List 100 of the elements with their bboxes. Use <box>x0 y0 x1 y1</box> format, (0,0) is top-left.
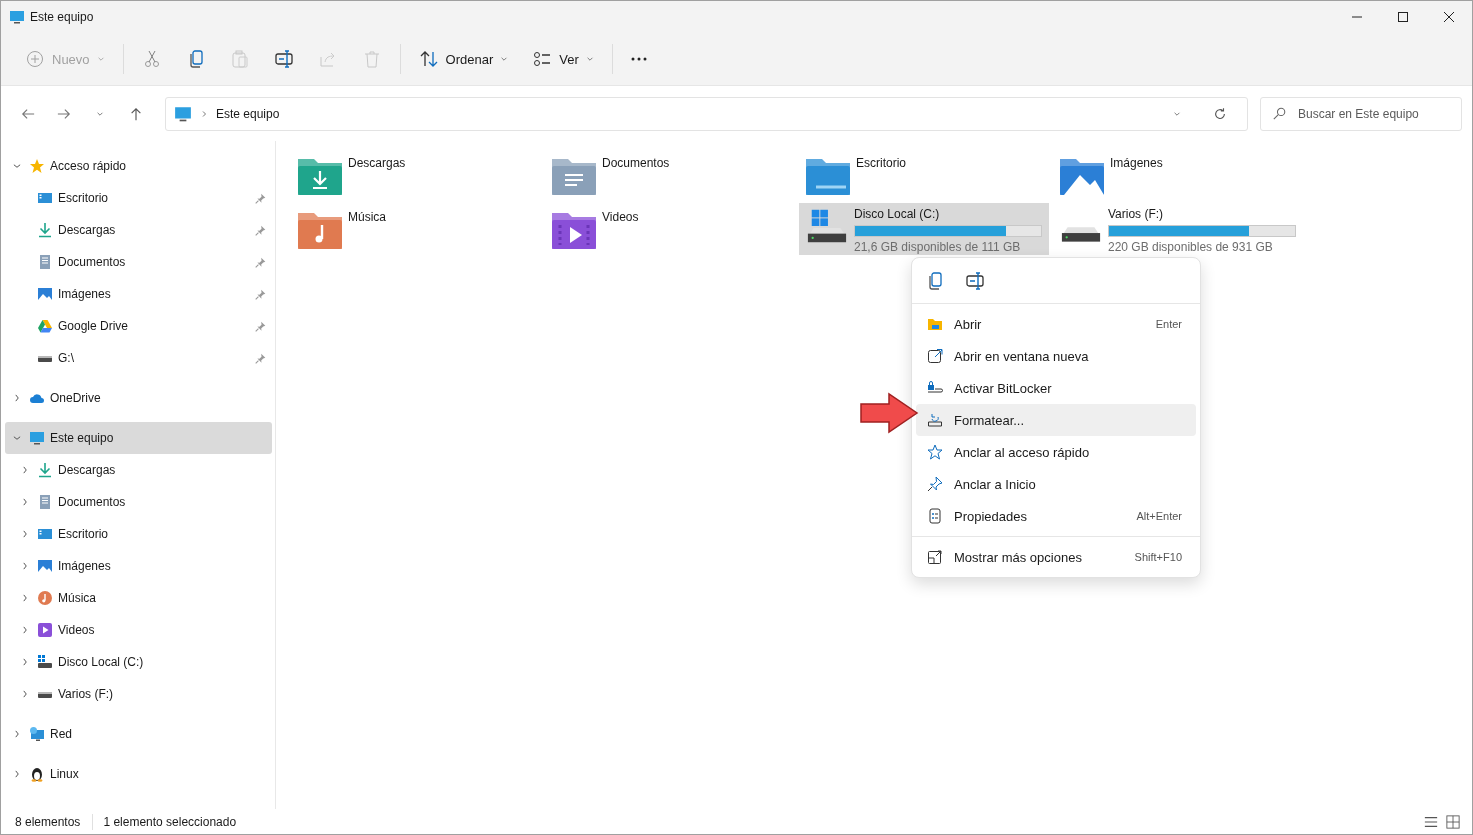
item-count: 8 elementos <box>15 814 81 829</box>
folder-item[interactable]: Documentos <box>545 149 795 201</box>
maximize-icon <box>1398 12 1408 22</box>
caret-icon <box>585 55 594 63</box>
rename-icon <box>965 270 985 291</box>
chevron-icon <box>20 625 30 635</box>
sort-button[interactable]: Ordenar <box>410 41 517 77</box>
view-button[interactable]: Ver <box>524 41 602 77</box>
sidebar-item[interactable]: Disco Local (C:) <box>5 646 272 678</box>
free-space-text: 220 GB disponibles de 931 GB <box>1108 240 1274 254</box>
properties-icon <box>927 508 943 524</box>
menu-item[interactable]: Abrir en ventana nueva <box>916 340 1196 372</box>
address-bar[interactable]: Este equipo <box>165 96 1248 131</box>
sidebar-item[interactable]: Videos <box>5 614 272 646</box>
picture-icon <box>37 286 53 302</box>
add-icon <box>25 49 45 69</box>
menu-item[interactable]: Anclar al acceso rápido <box>916 436 1196 468</box>
search-field[interactable]: Buscar en Este equipo <box>1260 96 1462 131</box>
sidebar-item[interactable]: Varios (F:) <box>5 678 272 710</box>
drive-name: Disco Local (C:) <box>854 207 941 221</box>
menu-item[interactable]: Formatear... <box>916 404 1196 436</box>
back-icon <box>21 106 35 121</box>
chevron-icon <box>20 497 30 507</box>
folder-item[interactable]: Imágenes <box>1053 149 1303 201</box>
sidebar-item[interactable]: Música <box>5 582 272 614</box>
drive-item[interactable]: Disco Local (C:) 21,6 GB disponibles de 111 GB <box>799 203 1049 255</box>
up-icon <box>129 106 143 121</box>
sidebar-item[interactable]: Linux <box>5 758 272 790</box>
menu-item[interactable]: Activar BitLocker <box>916 372 1196 404</box>
pin-icon <box>255 288 266 300</box>
caret-icon <box>96 55 105 63</box>
desktop-icon <box>37 190 53 206</box>
sidebar-item[interactable]: Google Drive <box>5 310 272 342</box>
chevron-icon <box>20 465 30 475</box>
menu-item[interactable]: Mostrar más opciones Shift+F10 <box>916 541 1196 573</box>
folder-item[interactable]: Escritorio <box>799 149 1049 201</box>
sidebar-item[interactable]: Acceso rápido <box>5 150 272 182</box>
pin-icon <box>927 476 943 492</box>
details-view-icon <box>1424 814 1438 829</box>
chevron-icon <box>12 393 22 403</box>
video-icon <box>37 622 53 638</box>
music-icon <box>37 590 53 606</box>
sidebar-item[interactable]: G:\ <box>5 342 272 374</box>
sidebar-item[interactable]: Escritorio <box>5 182 272 214</box>
picture-icon <box>37 558 53 574</box>
pin-icon <box>255 224 266 236</box>
chevron-icon <box>12 769 22 779</box>
sidebar-item[interactable]: Descargas <box>5 454 272 486</box>
sidebar-item[interactable]: Imágenes <box>5 550 272 582</box>
star-icon <box>927 444 943 460</box>
sidebar-item[interactable]: OneDrive <box>5 382 272 414</box>
menu-item[interactable]: Abrir Enter <box>916 308 1196 340</box>
menu-item[interactable]: Anclar a Inicio <box>916 468 1196 500</box>
drive-item[interactable]: Varios (F:) 220 GB disponibles de 931 GB <box>1053 203 1303 255</box>
chevron-icon <box>12 729 22 739</box>
folder-item[interactable]: Música <box>291 203 541 255</box>
menu-item[interactable]: Propiedades Alt+Enter <box>916 500 1196 532</box>
lock-icon <box>927 380 943 396</box>
chevron-icon <box>20 657 30 667</box>
list-icon <box>532 49 553 69</box>
chevron-icon <box>20 561 30 571</box>
caret-icon <box>500 55 509 63</box>
drive-icon <box>1060 226 1102 242</box>
sidebar-item[interactable]: Documentos <box>5 246 272 278</box>
new-window-icon <box>927 348 943 364</box>
folder-item[interactable]: Descargas <box>291 149 541 201</box>
sidebar-item[interactable]: Descargas <box>5 214 272 246</box>
chevron-icon <box>12 433 22 443</box>
sidebar-item[interactable]: Escritorio <box>5 518 272 550</box>
clipboard-icon <box>229 49 250 69</box>
free-space-text: 21,6 GB disponibles de 111 GB <box>854 240 1022 254</box>
search-icon <box>1273 107 1286 120</box>
chevron-icon <box>200 109 208 118</box>
sidebar-item[interactable]: Red <box>5 718 272 750</box>
sort-icon <box>418 49 439 69</box>
pin-icon <box>255 352 266 364</box>
chevron-icon <box>20 689 30 699</box>
chevron-icon <box>20 593 30 603</box>
sidebar-item[interactable]: Documentos <box>5 486 272 518</box>
drive-name: Varios (F:) <box>1108 207 1165 221</box>
folder-icon <box>927 316 943 332</box>
drive-icon <box>927 412 943 428</box>
penguin-icon <box>29 766 45 782</box>
pin-icon <box>255 320 266 332</box>
download-icon <box>37 222 53 238</box>
rename-icon <box>273 49 294 69</box>
sidebar-item[interactable]: Este equipo <box>5 422 272 454</box>
refresh-icon <box>1213 106 1227 121</box>
window-title: Este equipo <box>30 10 94 24</box>
folder-item[interactable]: Videos <box>545 203 795 255</box>
sidebar-item[interactable]: Imágenes <box>5 278 272 310</box>
selection-count: 1 elemento seleccionado <box>103 814 237 829</box>
rename-button[interactable] <box>964 269 986 292</box>
tiles-view-icon <box>1446 814 1460 829</box>
document-icon <box>37 494 53 510</box>
search-input[interactable]: Buscar en Este equipo <box>1298 106 1448 121</box>
expand-icon <box>927 549 943 565</box>
monitor-icon <box>174 104 192 123</box>
star-icon <box>29 158 45 174</box>
download-icon <box>37 462 53 478</box>
